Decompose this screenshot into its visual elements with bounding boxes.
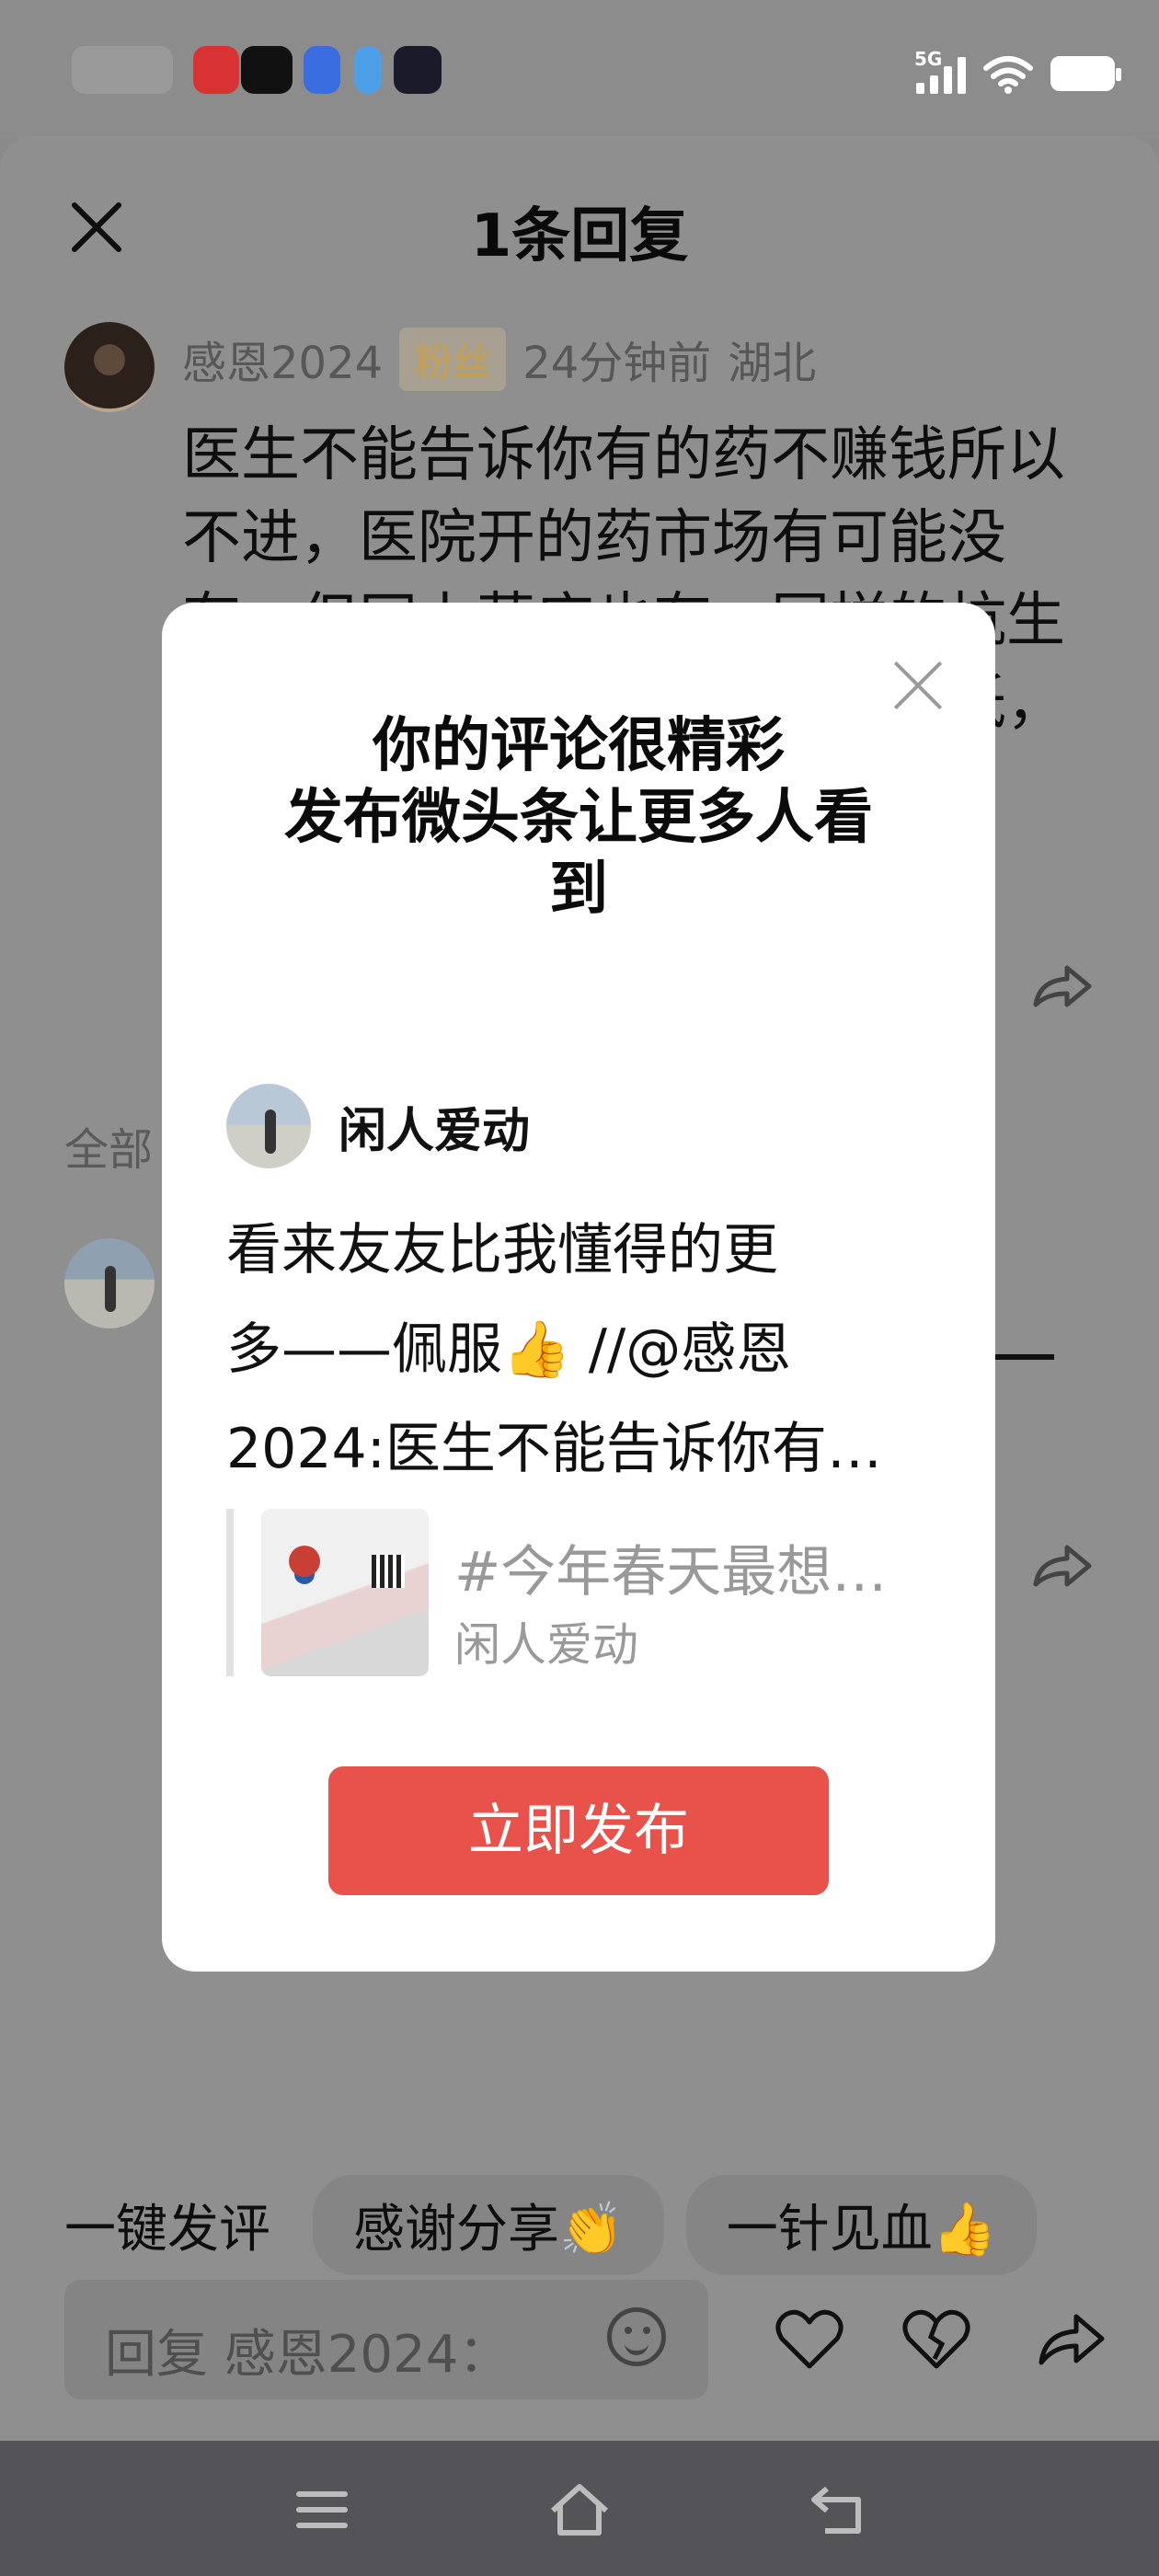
comment-location: 湖北 (728, 338, 817, 389)
dialog-title: 你的评论很精彩 发布微头条让更多人看 到 (217, 710, 940, 926)
quoted-post-author: 闲人爱动 (454, 1618, 638, 1672)
publish-button[interactable]: 立即发布 (328, 1766, 829, 1895)
publish-dialog: 你的评论很精彩 发布微头条让更多人看 到 闲人爱动 看来友友比我懂得的更 多——… (162, 603, 995, 1972)
post-author-name: 闲人爱动 (339, 1103, 531, 1159)
battery-icon (1050, 56, 1121, 91)
notification-icon (72, 46, 173, 94)
signal-icon: 5G (914, 48, 966, 94)
text-fragment (993, 1354, 1054, 1360)
share-icon[interactable] (1030, 957, 1095, 1012)
notification-icon (193, 46, 239, 94)
quick-reply-bar: 一键发评 感谢分享👏 一针见血👍 (64, 2175, 1038, 2275)
share-icon[interactable] (1030, 1536, 1095, 1592)
comment-username[interactable]: 感恩2024 (182, 327, 383, 391)
quoted-post-title: #今年春天最想… (454, 1540, 888, 1604)
status-indicators: 5G (914, 48, 1121, 94)
avatar[interactable] (64, 1238, 155, 1328)
all-replies-label: 全部 (64, 1124, 154, 1176)
back-icon[interactable] (805, 2478, 869, 2542)
avatar[interactable] (64, 322, 155, 412)
notification-icon (394, 46, 442, 94)
post-preview-text: 看来友友比我懂得的更 多——佩服👍 //@感恩 2024:医生不能告诉你有… (226, 1218, 882, 1481)
wifi-icon (983, 56, 1033, 94)
status-bar: 5G (0, 0, 1159, 138)
home-icon[interactable] (547, 2478, 612, 2542)
reply-placeholder: 回复 感恩2024： (105, 2325, 511, 2385)
dialog-title-line: 到 (549, 856, 608, 924)
forward-icon[interactable] (1034, 2302, 1107, 2375)
comment-meta: 感恩2024 粉丝 24分钟前 湖北 (182, 327, 816, 391)
quick-reply-label: 一键发评 (64, 2200, 270, 2260)
reply-input[interactable]: 回复 感恩2024： (64, 2280, 708, 2399)
post-author: 闲人爱动 (226, 1084, 530, 1168)
heart-icon[interactable] (773, 2302, 846, 2375)
quoted-post-card: #今年春天最想… 闲人爱动 (226, 1509, 933, 1676)
broken-heart-icon[interactable] (900, 2302, 973, 2375)
notification-icon (241, 46, 293, 94)
avatar (226, 1084, 311, 1168)
comment-time: 24分钟前 (522, 338, 712, 389)
notification-icon (354, 46, 382, 94)
fan-badge: 粉丝 (399, 327, 507, 391)
notification-icon (304, 46, 340, 94)
dialog-title-line: 发布微头条让更多人看 (284, 784, 873, 852)
system-nav-bar (0, 2441, 1159, 2576)
close-icon[interactable] (890, 657, 947, 714)
quick-reply-chip[interactable]: 感谢分享👏 (313, 2175, 664, 2275)
quoted-post-thumbnail (261, 1509, 429, 1676)
sheet-title: 1条回复 (470, 202, 689, 270)
quick-reply-chip[interactable]: 一针见血👍 (685, 2175, 1038, 2275)
menu-icon[interactable] (290, 2478, 354, 2542)
dialog-title-line: 你的评论很精彩 (373, 712, 785, 780)
smile-icon[interactable] (607, 2307, 666, 2366)
